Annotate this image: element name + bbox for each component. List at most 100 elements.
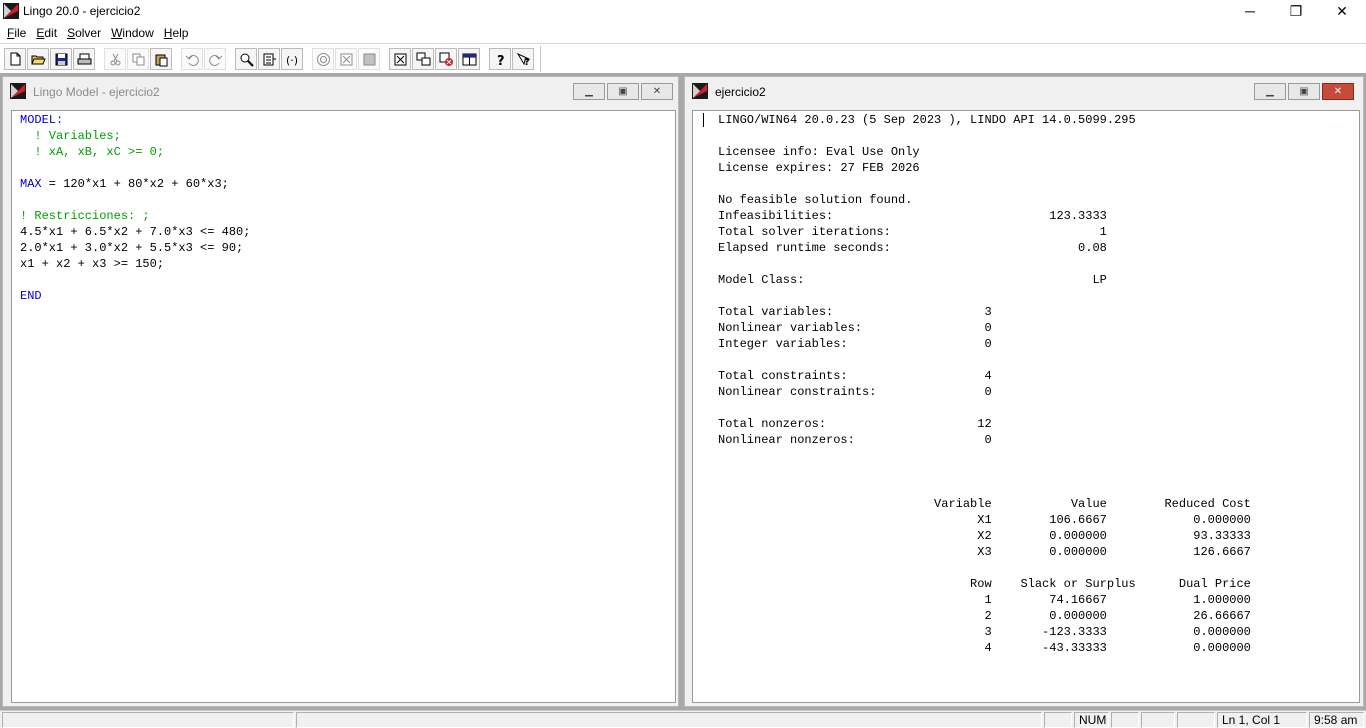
- report-line: Total nonzeros: 12: [718, 417, 992, 431]
- report-line: [718, 128, 1251, 144]
- close-all-button[interactable]: [435, 48, 457, 70]
- report-line: [718, 480, 1251, 496]
- model-editor[interactable]: MODEL: ! Variables; ! xA, xB, xC >= 0; M…: [11, 110, 676, 703]
- report-close-button[interactable]: ✕: [1322, 83, 1354, 100]
- lingo-doc-icon: [10, 83, 26, 99]
- lingo-doc-icon: [692, 83, 708, 99]
- report-window-title: ejercicio2: [715, 85, 766, 99]
- report-line: Elapsed runtime seconds: 0.08: [718, 241, 1107, 255]
- report-line: 4 -43.33333 0.000000: [718, 641, 1251, 655]
- matrix-picture-button[interactable]: [358, 48, 380, 70]
- options-icon: [394, 53, 406, 65]
- new-file-button[interactable]: [4, 48, 26, 70]
- new-file-icon: [10, 52, 20, 65]
- undo-button[interactable]: [181, 48, 203, 70]
- mdi-workspace: Lingo Model - ejercicio2 ▁ ▣ ✕ MODEL: ! …: [0, 73, 1366, 710]
- report-line: Infeasibilities: 123.3333: [718, 209, 1107, 223]
- cut-button[interactable]: [104, 48, 126, 70]
- print-button[interactable]: [73, 48, 95, 70]
- send-to-back-button[interactable]: [412, 48, 434, 70]
- report-line: [718, 448, 1251, 464]
- help-icon: ?: [497, 54, 505, 67]
- open-folder-icon: [30, 55, 46, 64]
- model-close-button[interactable]: ✕: [641, 83, 673, 100]
- model-code[interactable]: MODEL: ! Variables; ! xA, xB, xC >= 0; M…: [20, 112, 250, 304]
- status-ext: [1177, 712, 1215, 728]
- toolbar-buttons: (·)??: [4, 47, 535, 71]
- report-line: Model Class: LP: [718, 273, 1107, 287]
- report-line: Row Slack or Surplus Dual Price: [718, 577, 1251, 591]
- copy-icon: [132, 53, 144, 65]
- options-button[interactable]: [389, 48, 411, 70]
- code-line: ! xA, xB, xC >= 0;: [20, 145, 165, 159]
- restore-button[interactable]: ❐: [1273, 0, 1319, 22]
- code-token: = 120*x1 + 80*x2 + 60*x3;: [41, 177, 229, 191]
- solve-button[interactable]: [312, 48, 334, 70]
- minimize-icon: ─: [1245, 3, 1255, 19]
- status-time: 9:58 am: [1309, 712, 1364, 728]
- menu-file[interactable]: File: [2, 26, 31, 40]
- redo-button[interactable]: [204, 48, 226, 70]
- app-title: Lingo 20.0 - ejercicio2: [23, 4, 141, 18]
- paste-button[interactable]: [150, 48, 172, 70]
- report-line: Total constraints: 4: [718, 369, 992, 383]
- model-window-title-bar[interactable]: Lingo Model - ejercicio2 ▁ ▣ ✕: [3, 77, 678, 105]
- menu-window[interactable]: Window: [106, 26, 159, 40]
- close-button[interactable]: ✕: [1319, 0, 1365, 22]
- match-paren-button[interactable]: (·): [281, 48, 303, 70]
- open-folder-button[interactable]: [27, 48, 49, 70]
- status-ovr: [1141, 712, 1175, 728]
- report-line: 3 -123.3333 0.000000: [718, 625, 1251, 639]
- paste-icon: [155, 54, 167, 66]
- model-maximize-button[interactable]: ▣: [607, 83, 639, 100]
- menu-edit[interactable]: Edit: [31, 26, 62, 40]
- report-maximize-button[interactable]: ▣: [1288, 83, 1320, 100]
- status-line-col: Ln 1, Col 1: [1217, 712, 1307, 728]
- report-line: 1 74.16667 1.000000: [718, 593, 1251, 607]
- goto-line-button[interactable]: [258, 48, 280, 70]
- code-line: MODEL:: [20, 113, 64, 127]
- report-line: Nonlinear variables: 0: [718, 321, 992, 335]
- menu-solver[interactable]: Solver: [62, 26, 106, 40]
- find-icon: [240, 53, 254, 67]
- undo-icon: [185, 54, 199, 66]
- redo-icon: [208, 54, 222, 66]
- tile-button[interactable]: [458, 48, 480, 70]
- find-button[interactable]: [235, 48, 257, 70]
- report-line: Total variables: 3: [718, 305, 992, 319]
- cut-icon: [110, 53, 120, 65]
- matrix-picture-icon: [363, 53, 375, 65]
- report-line: Variable Value Reduced Cost: [718, 497, 1251, 511]
- model-minimize-button[interactable]: ▁: [573, 83, 605, 100]
- status-message: [2, 712, 294, 728]
- menu-help[interactable]: Help: [159, 26, 194, 40]
- context-help-button[interactable]: ?: [512, 48, 534, 70]
- code-line: 4.5*x1 + 6.5*x2 + 7.0*x3 <= 480;: [20, 225, 251, 239]
- close-all-icon: [439, 52, 453, 66]
- report-pane[interactable]: LINGO/WIN64 20.0.23 (5 Sep 2023 ), LINDO…: [692, 110, 1360, 703]
- maximize-icon: ▣: [1299, 86, 1309, 97]
- save-disk-button[interactable]: [50, 48, 72, 70]
- minimize-button[interactable]: ─: [1227, 0, 1273, 22]
- svg-text:(·): (·): [286, 54, 298, 67]
- report-line: [718, 464, 1251, 480]
- close-icon: ✕: [1333, 86, 1343, 97]
- report-minimize-button[interactable]: ▁: [1254, 83, 1286, 100]
- report-line: [718, 400, 1251, 416]
- solution-icon: [340, 53, 352, 65]
- report-line: Total solver iterations: 1: [718, 225, 1107, 239]
- context-help-icon: ?: [516, 52, 531, 67]
- solve-icon: [316, 52, 330, 66]
- svg-text:?: ?: [524, 57, 530, 67]
- solution-button[interactable]: [335, 48, 357, 70]
- report-line: [718, 256, 1251, 272]
- help-button[interactable]: ?: [489, 48, 511, 70]
- copy-button[interactable]: [127, 48, 149, 70]
- report-window-title-bar[interactable]: ejercicio2 ▁ ▣ ✕: [685, 77, 1363, 105]
- report-line: Licensee info: Eval Use Only: [718, 145, 920, 159]
- solution-report[interactable]: LINGO/WIN64 20.0.23 (5 Sep 2023 ), LINDO…: [718, 112, 1251, 656]
- report-line: Integer variables: 0: [718, 337, 992, 351]
